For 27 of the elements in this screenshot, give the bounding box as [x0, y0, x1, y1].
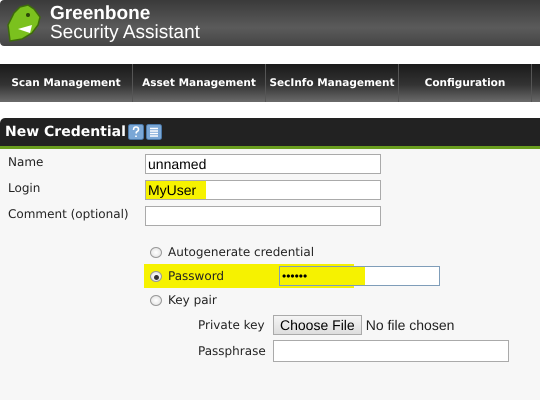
field-label: Login — [7, 180, 42, 195]
brand-subtitle: Security Assistant — [50, 23, 200, 42]
field-label: Private key — [198, 318, 266, 332]
option-label: Key pair — [168, 293, 218, 307]
panel-title: New Credential — [5, 124, 126, 140]
menu-item[interactable]: Configuration — [399, 64, 532, 102]
menu-item[interactable]: Scan Management — [0, 64, 133, 102]
text-field[interactable]: MyUser — [145, 180, 381, 200]
text-field[interactable] — [145, 206, 381, 226]
brand-title: Greenbone — [50, 4, 152, 23]
text-field[interactable]: unnamed — [145, 154, 381, 174]
option-label: Password — [168, 269, 226, 283]
help-icon[interactable] — [128, 124, 144, 140]
choose-file-button[interactable]: Choose File — [273, 315, 362, 335]
radio-button[interactable] — [150, 270, 162, 282]
field-label: Name — [7, 154, 44, 169]
field-label: Passphrase — [198, 344, 267, 358]
menu-item[interactable]: SecInfo Management — [266, 64, 399, 102]
file-status: No file chosen — [366, 317, 454, 333]
radio-button[interactable] — [150, 246, 162, 258]
list-icon[interactable] — [146, 124, 162, 140]
menu-item[interactable]: Asset Management — [133, 64, 266, 102]
password-field[interactable]: •••••• — [279, 266, 440, 286]
radio-button[interactable] — [150, 294, 162, 306]
passphrase-field[interactable] — [273, 340, 509, 362]
field-label: Comment (optional) — [7, 206, 130, 221]
option-label: Autogenerate credential — [168, 245, 314, 259]
